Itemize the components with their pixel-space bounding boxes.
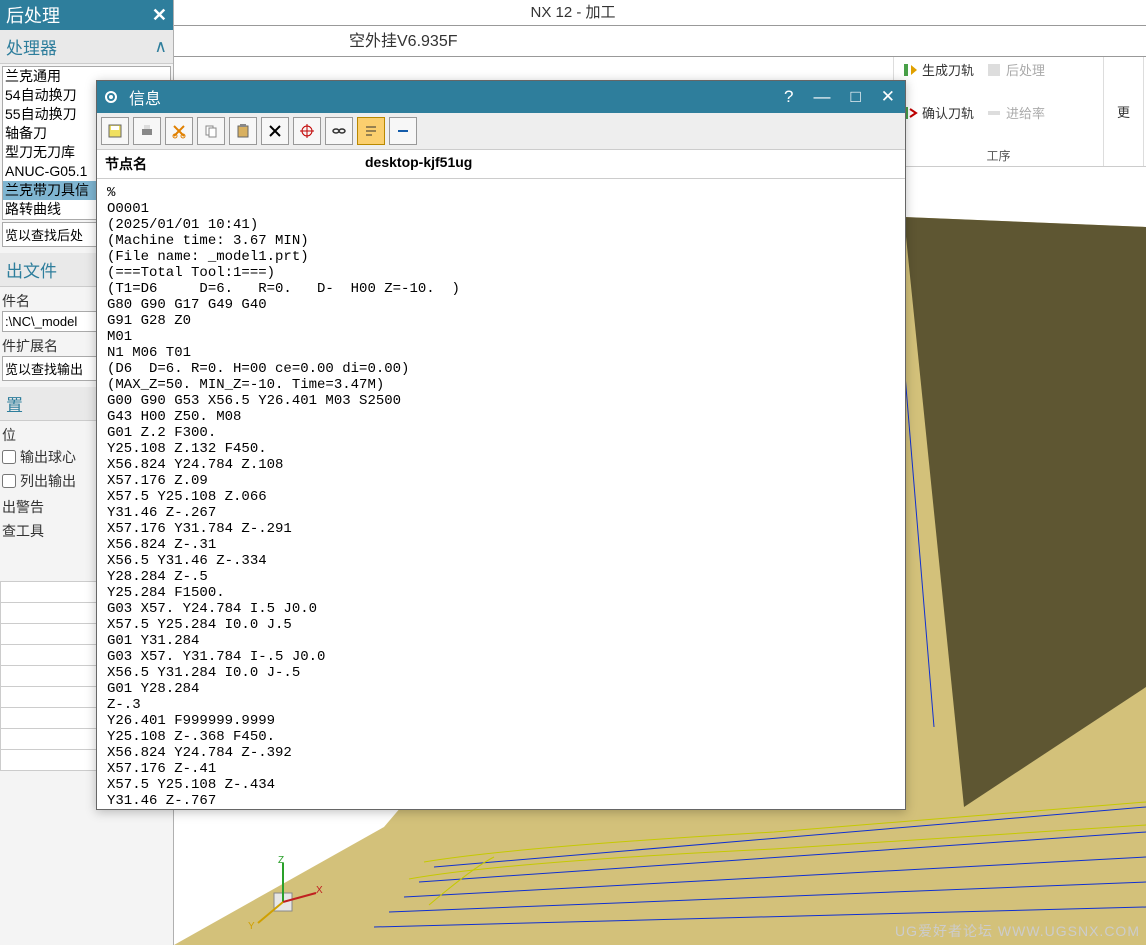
view-triad: Z X Y <box>244 853 324 933</box>
info-title-text: 信息 <box>129 85 770 109</box>
paste-button[interactable] <box>229 117 257 145</box>
verify-toolpath-button[interactable]: 确认刀轨 <box>900 102 976 123</box>
info-body-scroll[interactable]: % O0001 (2025/01/01 10:41) (Machine time… <box>97 179 905 809</box>
collapse-button[interactable] <box>389 117 417 145</box>
maximize-icon[interactable]: □ <box>844 87 866 107</box>
plugin-version: 空外挂V6.935F <box>349 33 458 50</box>
copy-button[interactable] <box>197 117 225 145</box>
more-button[interactable]: 更 <box>1115 101 1132 122</box>
close-icon[interactable]: ✕ <box>152 5 167 26</box>
col-node-name: 节点名 <box>105 154 365 174</box>
print-button[interactable] <box>133 117 161 145</box>
section-processor[interactable]: 处理器∧ <box>0 30 173 64</box>
link-button[interactable] <box>325 117 353 145</box>
info-titlebar[interactable]: 信息 ? — □ ✕ <box>97 81 905 113</box>
feedrate-button[interactable]: 进给率 <box>984 102 1047 123</box>
delete-button[interactable] <box>261 117 289 145</box>
close-icon[interactable]: ✕ <box>875 87 901 107</box>
svg-text:Z: Z <box>278 855 284 866</box>
chevron-up-icon: ∧ <box>155 37 167 57</box>
information-window: 信息 ? — □ ✕ 节点名 desktop-kjf51ug % O0001 (… <box>96 80 906 810</box>
info-columns-header: 节点名 desktop-kjf51ug <box>97 150 905 179</box>
svg-text:X: X <box>316 885 323 896</box>
save-button[interactable] <box>101 117 129 145</box>
panel-titlebar[interactable]: 后处理 ✕ <box>0 0 173 30</box>
minimize-icon[interactable]: — <box>807 87 836 107</box>
panel-title-text: 后处理 <box>6 2 60 28</box>
ribbon-group-label: 工序 <box>900 145 1097 164</box>
target-button[interactable] <box>293 117 321 145</box>
watermark: UG爱好者论坛 WWW.UGSNX.COM <box>895 921 1140 941</box>
gcode-listing[interactable]: % O0001 (2025/01/01 10:41) (Machine time… <box>97 179 905 809</box>
sub-app-bar: 空外挂V6.935F <box>174 25 1146 57</box>
postprocess-button[interactable]: 后处理 <box>984 59 1047 80</box>
help-icon[interactable]: ? <box>778 87 799 107</box>
generate-toolpath-button[interactable]: 生成刀轨 <box>900 59 976 80</box>
svg-text:Y: Y <box>248 921 255 932</box>
info-toolbar <box>97 113 905 150</box>
cut-button[interactable] <box>165 117 193 145</box>
gear-icon <box>101 87 121 107</box>
col-node-value: desktop-kjf51ug <box>365 154 472 174</box>
wrap-toggle-button[interactable] <box>357 117 385 145</box>
